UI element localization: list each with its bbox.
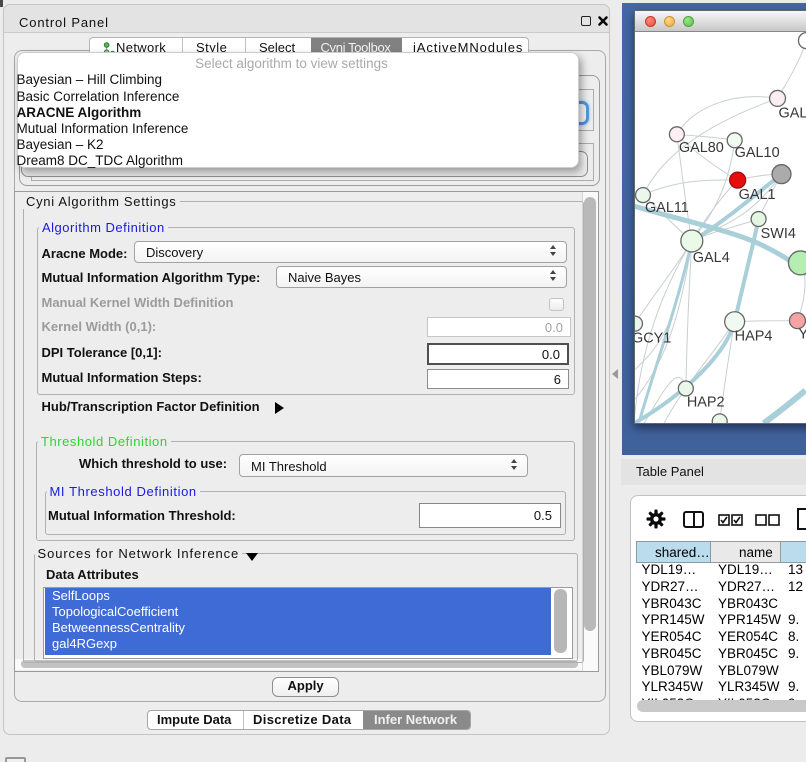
svg-text:Y: Y <box>798 327 806 343</box>
svg-text:GAL4: GAL4 <box>693 250 730 266</box>
svg-text:GAL10: GAL10 <box>735 145 780 161</box>
svg-text:HAP2: HAP2 <box>687 394 725 410</box>
svg-text:GAL8: GAL8 <box>779 105 806 121</box>
svg-text:GAL1: GAL1 <box>739 187 776 203</box>
svg-text:GAL80: GAL80 <box>679 140 724 156</box>
svg-text:HAP4: HAP4 <box>735 329 773 345</box>
svg-text:GAL11: GAL11 <box>645 200 689 216</box>
svg-text:GCY1: GCY1 <box>635 331 671 347</box>
svg-text:SWI4: SWI4 <box>761 226 796 242</box>
